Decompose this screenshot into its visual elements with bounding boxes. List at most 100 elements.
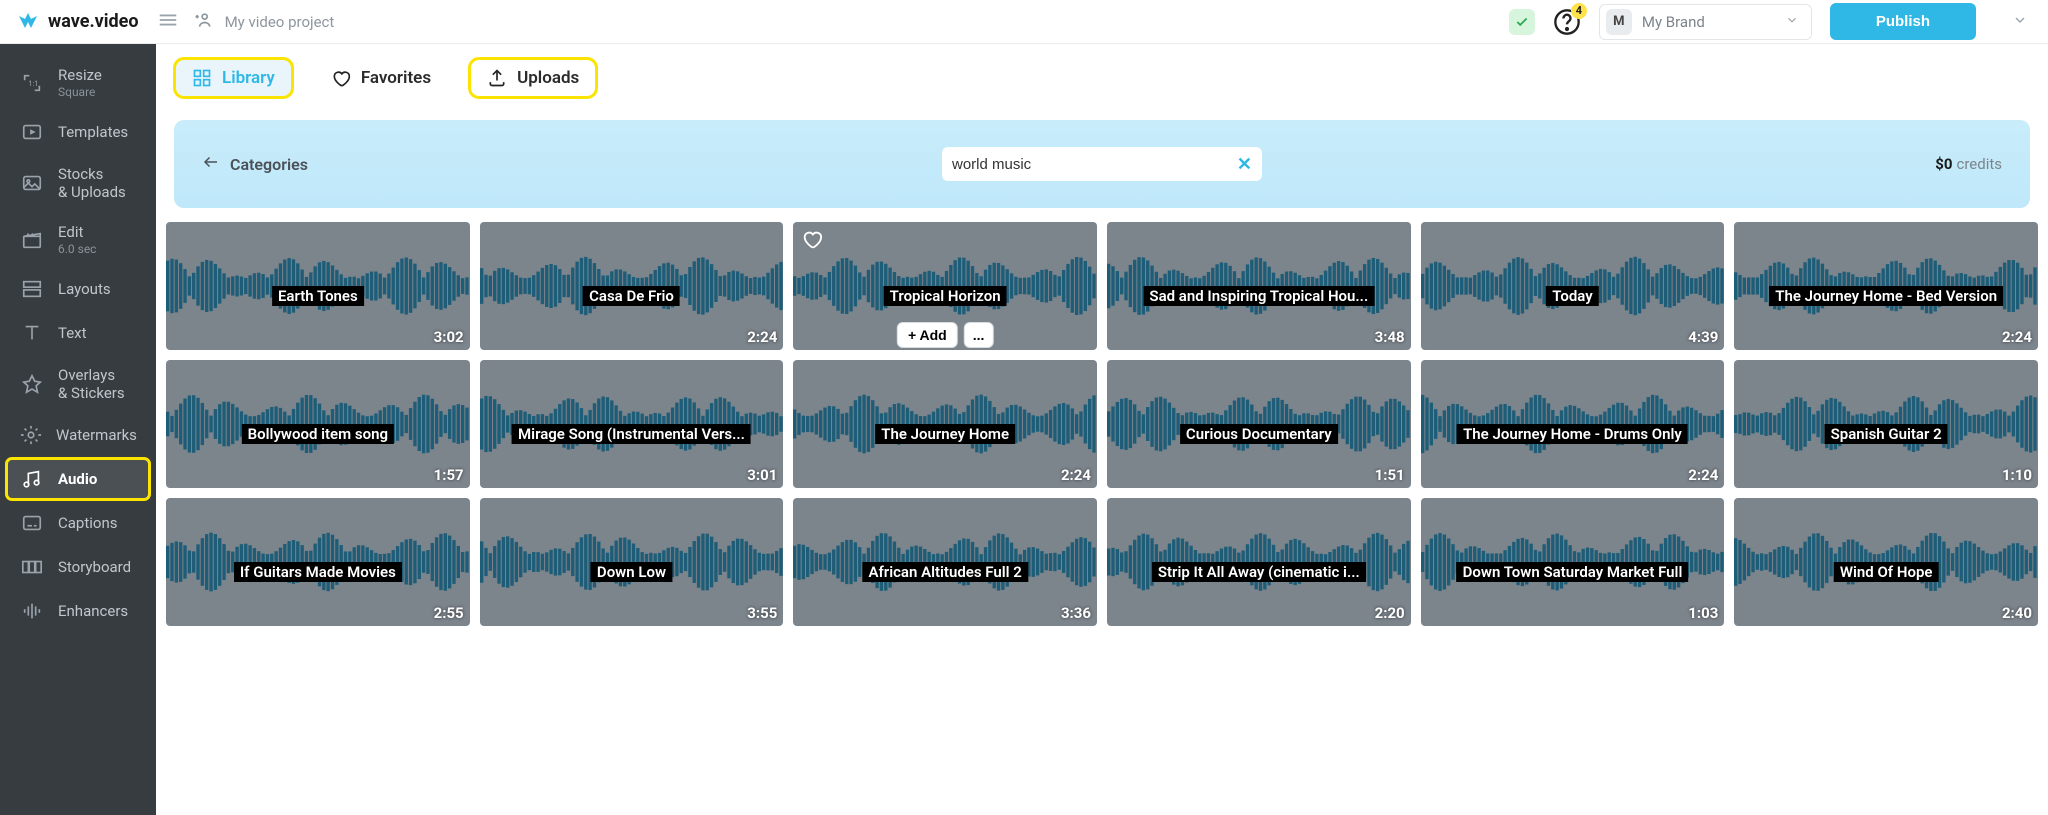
tab-uploads[interactable]: Uploads: [469, 58, 597, 98]
categories-back[interactable]: Categories: [202, 153, 308, 175]
help-button[interactable]: 4: [1553, 8, 1581, 36]
storyboard-icon: [20, 556, 44, 578]
tab-label: Uploads: [517, 68, 579, 88]
track-card[interactable]: If Guitars Made Movies 2:55: [166, 498, 470, 626]
svg-text:1:1: 1:1: [28, 78, 38, 87]
close-icon[interactable]: ✕: [1237, 154, 1252, 175]
tab-label: Library: [222, 68, 275, 88]
track-duration: 2:40: [2002, 604, 2032, 622]
track-card[interactable]: Curious Documentary 1:51: [1107, 360, 1411, 488]
heart-icon: [331, 68, 351, 88]
track-card[interactable]: Bollywood item song 1:57: [166, 360, 470, 488]
sidebar-item-label: Enhancers: [58, 602, 128, 620]
track-title: The Journey Home - Bed Version: [1769, 286, 2003, 306]
track-title: The Journey Home - Drums Only: [1457, 424, 1688, 444]
credits-amount: $0: [1935, 155, 1952, 173]
track-card[interactable]: Spanish Guitar 2 1:10: [1734, 360, 2038, 488]
credits-display: $0credits: [1935, 155, 2002, 173]
gear-icon: [20, 424, 42, 446]
track-card[interactable]: Wind Of Hope2:40: [1734, 498, 2038, 626]
tab-library[interactable]: Library: [174, 58, 293, 98]
track-title: Bollywood item song: [242, 424, 394, 444]
sidebar-item-layouts[interactable]: Layouts: [6, 268, 150, 310]
status-ok-icon: [1509, 9, 1535, 35]
search-box[interactable]: ✕: [942, 147, 1262, 181]
track-card[interactable]: Earth Tones 3:02: [166, 222, 470, 350]
track-title: Spanish Guitar 2: [1825, 424, 1948, 444]
sidebar-item-templates[interactable]: Templates: [6, 111, 150, 153]
heart-icon[interactable]: [801, 228, 823, 254]
sidebar-item-audio[interactable]: Audio: [6, 458, 150, 500]
sidebar-item-watermarks[interactable]: Watermarks: [6, 414, 150, 456]
menu-icon[interactable]: [157, 9, 179, 35]
track-card[interactable]: Mirage Song (Instrumental Vers... 3:01: [480, 360, 784, 488]
track-duration: 1:57: [434, 466, 464, 484]
track-duration: 2:20: [1375, 604, 1405, 622]
track-duration: 1:10: [2002, 466, 2032, 484]
app-logo[interactable]: wave.video: [16, 10, 139, 34]
sidebar-item-stocks[interactable]: Stocks & Uploads: [6, 155, 150, 211]
star-icon: [20, 373, 44, 395]
sidebar-item-enhancers[interactable]: Enhancers: [6, 590, 150, 632]
track-title: Mirage Song (Instrumental Vers...: [512, 424, 751, 444]
track-duration: 2:24: [2002, 328, 2032, 346]
publish-button[interactable]: Publish: [1830, 3, 1976, 40]
track-duration: 3:48: [1375, 328, 1405, 346]
brand-select[interactable]: M My Brand: [1599, 4, 1812, 40]
track-duration: 2:24: [1061, 466, 1091, 484]
resize-icon: 1:1: [20, 72, 44, 94]
track-title: African Altitudes Full 2: [862, 562, 1027, 582]
publish-chevron-icon[interactable]: [2012, 12, 2028, 32]
logo-icon: [16, 10, 40, 34]
track-title: Strip It All Away (cinematic i...: [1152, 562, 1366, 582]
more-button[interactable]: ...: [964, 322, 994, 348]
track-card[interactable]: The Journey Home2:24: [793, 360, 1097, 488]
sidebar-item-text[interactable]: Text: [6, 312, 150, 354]
search-input[interactable]: [952, 156, 1237, 173]
sidebar-item-label: Layouts: [58, 280, 111, 298]
add-button[interactable]: + Add: [897, 322, 958, 348]
track-card[interactable]: African Altitudes Full 2 3:36: [793, 498, 1097, 626]
track-card[interactable]: The Journey Home - Bed Version 2:24: [1734, 222, 2038, 350]
tab-favorites[interactable]: Favorites: [313, 58, 449, 98]
track-card[interactable]: Casa De Frio2:24: [480, 222, 784, 350]
arrow-left-icon: [202, 153, 220, 175]
upload-icon: [487, 68, 507, 88]
track-card[interactable]: Sad and Inspiring Tropical Hou... 3:48: [1107, 222, 1411, 350]
track-title: If Guitars Made Movies: [234, 562, 402, 582]
track-card[interactable]: Down Low3:55: [480, 498, 784, 626]
text-icon: [20, 322, 44, 344]
sidebar-item-overlays[interactable]: Overlays & Stickers: [6, 356, 150, 412]
add-person-icon[interactable]: [193, 10, 213, 34]
track-title: Curious Documentary: [1180, 424, 1338, 444]
topbar: wave.video My video project 4 M My Brand…: [0, 0, 2048, 44]
sidebar-item-label: Edit 6.0 sec: [58, 223, 96, 256]
sidebar-item-captions[interactable]: Captions: [6, 502, 150, 544]
track-card[interactable]: Today4:39: [1421, 222, 1725, 350]
sidebar-item-label: Stocks & Uploads: [58, 165, 126, 201]
image-icon: [20, 172, 44, 194]
track-title: Down Town Saturday Market Full: [1457, 562, 1689, 582]
track-duration: 3:02: [434, 328, 464, 346]
track-duration: 3:01: [747, 466, 777, 484]
track-title: Tropical Horizon: [884, 286, 1007, 306]
track-title: Earth Tones: [272, 286, 364, 306]
sidebar-item-storyboard[interactable]: Storyboard: [6, 546, 150, 588]
track-card[interactable]: The Journey Home - Drums Only2:24: [1421, 360, 1725, 488]
sidebar-item-resize[interactable]: 1:1 Resize Square: [6, 56, 150, 109]
track-duration: 1:51: [1375, 466, 1405, 484]
credits-label: credits: [1956, 155, 2002, 173]
track-card[interactable]: Down Town Saturday Market Full1:03: [1421, 498, 1725, 626]
track-duration: 3:36: [1061, 604, 1091, 622]
sidebar-item-edit[interactable]: Edit 6.0 sec: [6, 213, 150, 266]
track-title: Sad and Inspiring Tropical Hou...: [1143, 286, 1374, 306]
sidebar-item-label: Text: [58, 324, 87, 342]
track-card[interactable]: Tropical Horizon + Add ...: [793, 222, 1097, 350]
track-duration: 2:55: [434, 604, 464, 622]
track-title: Today: [1546, 286, 1598, 306]
music-icon: [20, 468, 44, 490]
wave-icon: [20, 600, 44, 622]
track-card[interactable]: Strip It All Away (cinematic i... 2:20: [1107, 498, 1411, 626]
captions-icon: [20, 512, 44, 534]
project-name[interactable]: My video project: [225, 13, 335, 31]
